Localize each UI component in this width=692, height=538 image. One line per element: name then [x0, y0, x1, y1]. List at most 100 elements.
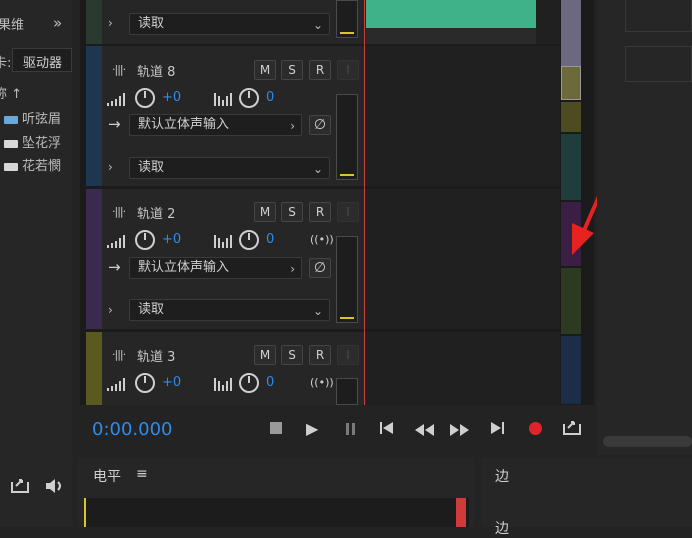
expand-chevron-icon[interactable]: › [108, 160, 113, 174]
track-color-strip [86, 332, 102, 405]
volume-icon [107, 378, 125, 391]
input-monitor-button[interactable]: I [337, 60, 359, 80]
chevron-right-icon: › [290, 262, 295, 276]
mute-button[interactable]: M [254, 202, 276, 222]
track-meter [336, 236, 358, 323]
input-select[interactable]: 默认立体声输入 › [129, 257, 302, 279]
track-lane[interactable] [366, 332, 560, 405]
track-name[interactable]: 轨道 3 [137, 346, 175, 365]
expand-chevron-icon[interactable]: › [108, 303, 113, 317]
drive-select-value: 驱动器 [23, 56, 63, 71]
track-name[interactable]: 轨道 2 [137, 203, 175, 222]
drive-label: 卡: [0, 56, 12, 71]
pause-button[interactable] [345, 421, 357, 440]
input-monitor-button[interactable]: I [337, 345, 359, 365]
panel-label: 边 [495, 521, 509, 537]
chevron-down-icon: ⌄ [312, 304, 323, 318]
input-arrow-icon: → [108, 115, 121, 133]
level-meter-panel: 电平 ≡ [78, 458, 474, 527]
drive-icon [4, 139, 18, 148]
panel-menu-icon[interactable]: ≡ [136, 466, 148, 482]
input-monitor-button[interactable]: I [337, 202, 359, 222]
scroll-segment [561, 268, 581, 334]
track-lane[interactable] [366, 189, 560, 329]
play-button[interactable]: ▶ [306, 419, 318, 438]
phase-invert-icon[interactable]: ∅ [309, 115, 331, 135]
drive-icon [4, 162, 18, 171]
expand-chevron-icon[interactable]: › [108, 16, 113, 30]
mute-button[interactable]: M [254, 60, 276, 80]
panel-title: 边 [495, 469, 509, 485]
scroll-thumb[interactable] [561, 0, 581, 66]
pan-knob[interactable] [239, 373, 259, 393]
broadcast-icon[interactable]: ((•)) [310, 233, 334, 246]
list-item[interactable]: 听弦眉 [4, 108, 61, 127]
broadcast-icon[interactable]: ((•)) [310, 376, 334, 389]
input-select[interactable]: 默认立体声输入 › [129, 114, 302, 136]
list-item[interactable]: 花若憫 [4, 155, 61, 174]
read-mode-select[interactable]: 读取 ⌄ [129, 13, 330, 35]
phase-invert-icon[interactable]: ∅ [309, 258, 331, 278]
pan-knob[interactable] [239, 230, 259, 250]
read-mode-select[interactable]: 读取 ⌄ [129, 157, 330, 179]
level-meter [84, 498, 469, 527]
pan-icon [214, 235, 232, 248]
record-arm-button[interactable]: R [309, 60, 331, 80]
timecode-display[interactable]: 0:00.000 [92, 419, 173, 440]
track-lane[interactable] [366, 46, 560, 186]
solo-button[interactable]: S [281, 202, 303, 222]
horizontal-scrollbar[interactable] [603, 436, 692, 447]
stop-button[interactable] [270, 422, 282, 434]
volume-value[interactable]: +0 [162, 90, 181, 105]
volume-icon [107, 93, 125, 106]
pan-value[interactable]: 0 [266, 232, 274, 247]
clip-footer [366, 28, 536, 44]
record-arm-button[interactable]: R [309, 202, 331, 222]
pan-icon [214, 378, 232, 391]
panel-title: 果维 [0, 18, 25, 33]
go-to-start-button[interactable] [378, 420, 396, 439]
pan-value[interactable]: 0 [266, 90, 274, 105]
name-column-header[interactable]: 称 ↑ [0, 83, 22, 102]
expand-icon[interactable]: » [53, 14, 62, 32]
panel-title: 电平 [93, 469, 121, 485]
clip-indicator [456, 498, 466, 527]
pan-knob[interactable] [239, 88, 259, 108]
loop-icon[interactable] [562, 418, 582, 440]
fast-forward-button[interactable] [449, 421, 471, 440]
volume-value[interactable]: +0 [162, 375, 181, 390]
waveform-icon: ·|||· [112, 348, 126, 361]
volume-knob[interactable] [135, 230, 155, 250]
audio-clip[interactable] [366, 0, 536, 30]
solo-button[interactable]: S [281, 345, 303, 365]
export-icon[interactable] [10, 476, 30, 498]
chevron-down-icon: ⌄ [312, 18, 323, 32]
files-panel: 果维 » 卡: 驱动器 称 ↑ 听弦眉 坠花浮 花若憫 [0, 0, 72, 527]
drive-select[interactable]: 驱动器 [12, 48, 72, 72]
volume-knob[interactable] [135, 373, 155, 393]
record-button[interactable] [529, 422, 542, 435]
solo-button[interactable]: S [281, 60, 303, 80]
panel-field [625, 46, 692, 82]
volume-knob[interactable] [135, 88, 155, 108]
read-mode-select[interactable]: 读取 ⌄ [129, 299, 330, 321]
chevron-down-icon: ⌄ [312, 162, 323, 176]
waveform-icon: ·|||· [112, 205, 126, 218]
mute-button[interactable]: M [254, 345, 276, 365]
volume-value[interactable]: +0 [162, 232, 181, 247]
speaker-icon[interactable] [44, 477, 68, 499]
track-color-strip [86, 189, 102, 329]
volume-icon [107, 235, 125, 248]
rewind-button[interactable] [414, 421, 436, 440]
track-name[interactable]: 轨道 8 [137, 61, 175, 80]
list-item[interactable]: 坠花浮 [4, 132, 61, 151]
track-meter [336, 0, 358, 38]
chevron-right-icon: › [290, 119, 295, 133]
track-meter [336, 378, 358, 405]
input-arrow-icon: → [108, 258, 121, 276]
go-to-end-button[interactable] [489, 420, 507, 439]
record-arm-button[interactable]: R [309, 345, 331, 365]
panel-field [625, 0, 692, 32]
playhead[interactable] [364, 0, 365, 405]
pan-value[interactable]: 0 [266, 375, 274, 390]
